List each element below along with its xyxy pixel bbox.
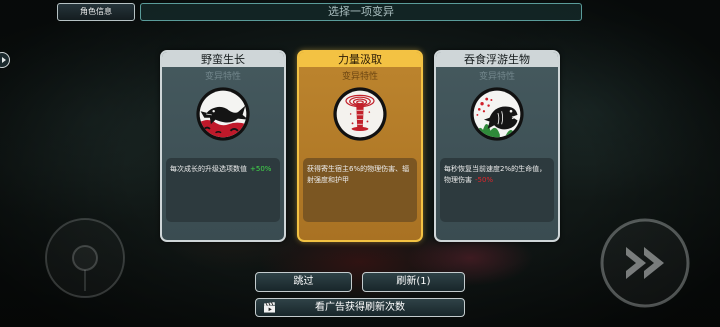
card-description: 每秒恢复当前速度2%的生命值，物理伤害 -50%	[440, 158, 554, 222]
mutation-card-devour-plankton[interactable]: 吞食浮游生物 变异特性 每秒恢复当前速度2%的生命值，物理伤害 -50%	[434, 50, 560, 242]
card-description: 获得寄生宿主6%的物理伤害、辐射强度和护甲	[303, 158, 417, 222]
feral-fish-icon	[195, 86, 251, 142]
mutation-card-power-drain[interactable]: 力量汲取 变异特性 获得寄生宿主6%的物理伤害、辐射强度和护甲	[297, 50, 423, 242]
description-text: 每秒恢复当前速度2%的生命值，物理伤害	[444, 165, 547, 184]
mutation-title-bar: 选择一项变异	[140, 3, 582, 21]
description-highlight: -50%	[475, 176, 494, 184]
card-subtitle: 变异特性	[204, 72, 241, 82]
movement-joystick[interactable]	[44, 217, 126, 299]
refresh-button[interactable]: 刷新(1)	[362, 272, 465, 292]
mutation-card-feral-growth[interactable]: 野蛮生长 变异特性 每次成长的升级选项数值 +50%	[160, 50, 286, 242]
fast-forward-icon	[600, 218, 690, 308]
fast-forward-button[interactable]	[599, 217, 691, 309]
red-vortex-icon	[332, 86, 388, 142]
card-title: 吞食浮游生物	[436, 52, 558, 67]
clapperboard-icon	[263, 302, 276, 313]
description-text: 获得寄生宿主6%的物理伤害、辐射强度和护甲	[307, 165, 410, 184]
page-title: 选择一项变异	[328, 5, 394, 18]
card-subtitle: 变异特性	[478, 72, 515, 82]
joystick-icon	[45, 218, 125, 298]
card-subtitle: 变异特性	[341, 72, 378, 82]
side-menu-icon	[2, 57, 6, 63]
description-highlight: +50%	[250, 165, 272, 173]
description-text: 每次成长的升级选项数值	[170, 165, 247, 173]
card-description: 每次成长的升级选项数值 +50%	[166, 158, 280, 222]
card-title: 力量汲取	[299, 52, 421, 67]
watch-ad-refresh-button[interactable]: 看广告获得刷新次数	[255, 298, 465, 317]
plankton-fish-icon	[469, 86, 525, 142]
character-info-button[interactable]: 角色信息	[57, 3, 135, 21]
card-title: 野蛮生长	[162, 52, 284, 67]
watch-ad-label: 看广告获得刷新次数	[315, 302, 405, 313]
skip-button[interactable]: 跳过	[255, 272, 352, 292]
